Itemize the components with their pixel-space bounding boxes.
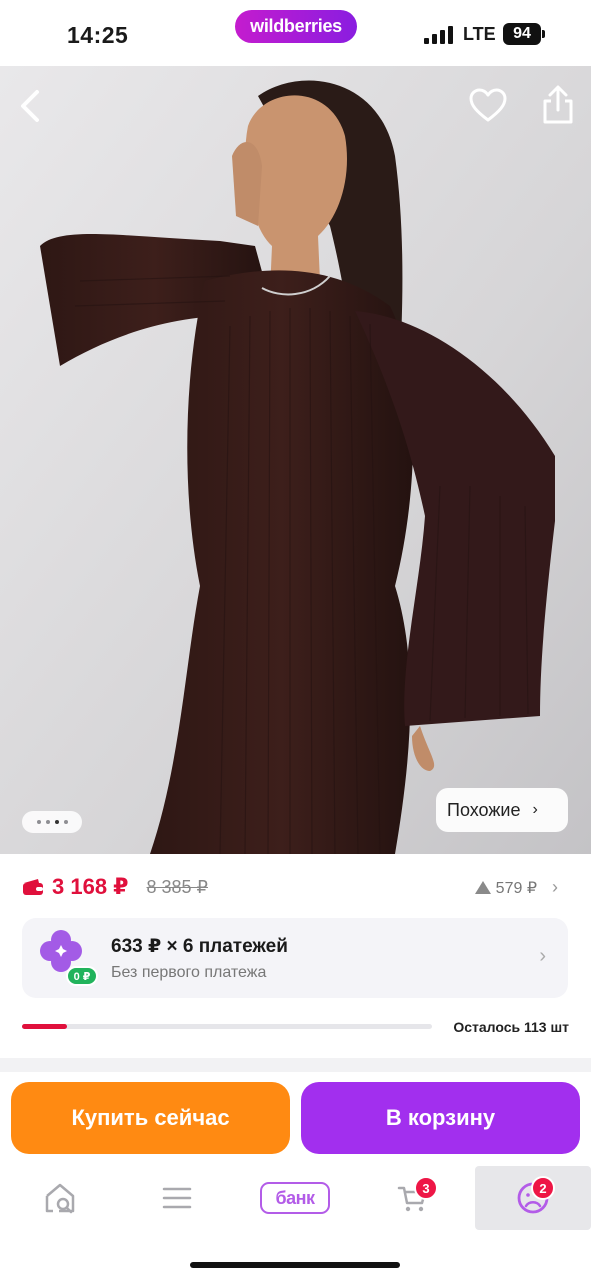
- chevron-right-icon: ›: [552, 877, 558, 897]
- home-indicator: [190, 1262, 400, 1268]
- heart-icon: [469, 88, 507, 122]
- installment-card[interactable]: 0 ₽ 633 ₽ × 6 платежей Без первого плате…: [22, 918, 568, 998]
- current-price: 3 168 ₽: [52, 874, 129, 899]
- chevron-right-icon: ›: [532, 801, 538, 818]
- price-change[interactable]: 579 ₽ ›: [474, 877, 558, 898]
- tab-catalog[interactable]: [119, 1166, 235, 1230]
- tab-profile[interactable]: 2: [475, 1166, 591, 1230]
- brand-logo: wildberries: [235, 10, 357, 43]
- battery-icon: 94: [503, 23, 541, 45]
- chevron-right-icon: ›: [539, 945, 546, 967]
- similar-button[interactable]: Похожие ›: [436, 788, 568, 832]
- gallery-dot: [63, 820, 68, 824]
- price-change-value: 579 ₽: [495, 879, 537, 897]
- divider: [0, 1058, 591, 1072]
- old-price: 8 385 ₽: [146, 876, 208, 897]
- price-row: 3 168 ₽ 8 385 ₽ 579 ₽ ›: [22, 872, 570, 902]
- menu-icon: [162, 1187, 192, 1209]
- installment-title: 633 ₽ × 6 платежей: [111, 936, 288, 957]
- home-search-icon: [45, 1183, 75, 1214]
- stock-text: Осталось 113 шт: [453, 1019, 569, 1035]
- status-bar: 14:25 wildberries LTE 94: [0, 0, 591, 66]
- signal-icon: [424, 26, 454, 44]
- gallery-pagination: [22, 811, 82, 833]
- wallet-icon: [23, 879, 43, 895]
- buy-now-button[interactable]: Купить сейчас: [11, 1082, 290, 1154]
- favorite-button[interactable]: [468, 86, 508, 126]
- add-to-cart-button[interactable]: В корзину: [301, 1082, 580, 1154]
- stock-bar-fill: [22, 1024, 68, 1029]
- tab-bank[interactable]: банк: [237, 1166, 353, 1230]
- network-type: LTE: [463, 24, 496, 44]
- triangle-up-icon: [474, 881, 491, 894]
- chevron-left-icon: [21, 90, 39, 122]
- cart-badge: 3: [414, 1176, 438, 1200]
- battery-tip: [542, 30, 545, 38]
- gallery-dot-active: [54, 820, 59, 824]
- status-time: 14:25: [67, 22, 129, 48]
- product-photo[interactable]: Похожие ›: [0, 66, 591, 854]
- bank-label: банк: [260, 1182, 330, 1214]
- tab-home[interactable]: [2, 1166, 118, 1230]
- installment-subtitle: Без первого платежа: [111, 964, 267, 981]
- share-icon: [543, 85, 573, 124]
- gallery-dot: [36, 820, 41, 824]
- gallery-dot: [45, 820, 50, 824]
- tab-bar: банк 3 2: [0, 1166, 591, 1236]
- similar-label: Похожие: [447, 799, 521, 820]
- zero-badge: 0 ₽: [66, 966, 98, 986]
- tab-cart[interactable]: 3: [354, 1166, 470, 1230]
- back-button[interactable]: [18, 88, 54, 124]
- profile-badge: 2: [531, 1176, 555, 1200]
- share-button[interactable]: [538, 84, 578, 126]
- stock-bar: [22, 1024, 432, 1029]
- product-photo-illustration: [0, 66, 591, 854]
